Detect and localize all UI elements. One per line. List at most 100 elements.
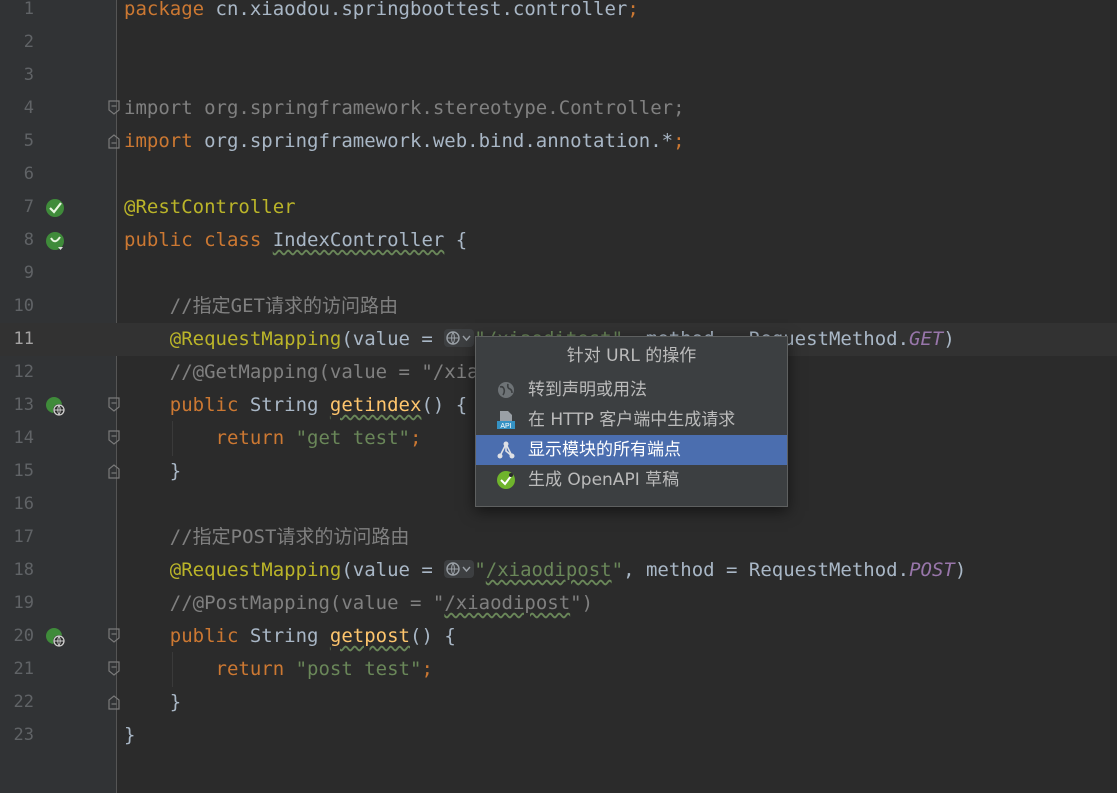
keyword: import (124, 97, 193, 119)
comment: //指定GET请求的访问路由 (169, 295, 398, 317)
string-literal: "post test" (295, 658, 422, 680)
enum-constant: POST (909, 559, 955, 581)
fold-start-icon[interactable] (108, 397, 120, 413)
code-text[interactable]: public String getindex() { (124, 389, 467, 422)
line-number: 2 (23, 32, 34, 52)
menu-item-show-all-endpoints[interactable]: 显示模块的所有端点 (476, 435, 787, 465)
endpoint-globe-icon[interactable] (45, 627, 65, 647)
endpoint-globe-icon[interactable] (45, 396, 65, 416)
unused-import: org.springframework.stereotype.Controlle… (192, 97, 685, 119)
menu-item-label: 显示模块的所有端点 (528, 440, 681, 460)
line-number: 6 (23, 164, 34, 184)
keyword: package (124, 0, 205, 20)
line-number: 23 (13, 725, 34, 745)
menu-item-label: 生成 OpenAPI 草稿 (528, 470, 680, 490)
import-path: org.springframework.web.bind.annotation.… (192, 130, 674, 152)
code-text[interactable]: public class IndexController { (124, 224, 467, 257)
line-number: 5 (23, 131, 34, 151)
line-number: 3 (23, 65, 34, 85)
code-line-17: 17 //指定POST请求的访问路由 (0, 521, 1117, 554)
code-text[interactable]: return "get test"; (124, 422, 422, 455)
code-text[interactable]: //指定POST请求的访问路由 (124, 521, 410, 554)
keyword: public class (124, 229, 262, 251)
code-token: () { (410, 625, 456, 647)
url-globe-icon[interactable] (444, 328, 475, 348)
line-number: 16 (13, 494, 34, 514)
code-line-9: 9 (0, 257, 1117, 290)
code-text[interactable]: @RequestMapping(value = "/xiaodipost", m… (124, 554, 967, 587)
line-number: 18 (13, 560, 34, 580)
url-globe-icon[interactable] (444, 559, 475, 579)
code-token: (value = (341, 559, 445, 581)
code-token: , method = (623, 559, 749, 581)
code-text[interactable]: } (124, 719, 135, 752)
line-number: 21 (13, 659, 34, 679)
fold-start-icon[interactable] (108, 628, 120, 644)
brace: } (169, 691, 182, 713)
class-name: IndexController (272, 229, 445, 251)
line-number: 19 (13, 593, 34, 613)
fold-start-icon[interactable] (108, 100, 120, 116)
comment: //指定POST请求的访问路由 (169, 526, 410, 548)
line-number: 8 (23, 230, 34, 250)
code-line-4: 4 import org.springframework.stereotype.… (0, 92, 1117, 125)
code-line-5: 5 import org.springframework.web.bind.an… (0, 125, 1117, 158)
code-text[interactable]: //@PostMapping(value = "/xiaodipost") (124, 587, 593, 620)
brace: } (169, 460, 182, 482)
code-line-7: 7 @RestController (0, 191, 1117, 224)
string-quote: " (474, 559, 486, 581)
fold-start-icon[interactable] (108, 661, 120, 677)
menu-item-go-to-declaration[interactable]: 转到声明或用法 (476, 375, 787, 405)
globe-icon (498, 382, 514, 398)
code-text[interactable]: } (124, 455, 181, 488)
line-number: 4 (23, 98, 34, 118)
code-text[interactable]: import org.springframework.stereotype.Co… (124, 92, 685, 125)
menu-item-generate-http-request[interactable]: API 在 HTTP 客户端中生成请求 (476, 405, 787, 435)
code-text[interactable]: public String getpost() { (124, 620, 456, 653)
annotation: @RestController (124, 196, 296, 218)
semicolon: ; (410, 427, 422, 449)
code-line-6: 6 (0, 158, 1117, 191)
line-number: 10 (13, 296, 34, 316)
line-number: 22 (13, 692, 34, 712)
code-text[interactable]: package cn.xiaodou.springboottest.contro… (124, 0, 639, 26)
line-number: 9 (23, 263, 34, 283)
comment: //@PostMapping(value = " (169, 592, 445, 614)
code-token: (value = (341, 328, 445, 350)
enum-constant: GET (909, 328, 944, 350)
brace: } (124, 724, 136, 746)
comment: ") (570, 592, 594, 614)
method-name: getindex (329, 394, 422, 416)
code-text[interactable]: @RestController (124, 191, 296, 224)
spring-bean-icon[interactable] (45, 231, 65, 251)
type: String (238, 625, 330, 647)
code-text[interactable]: return "post test"; (124, 653, 433, 686)
code-text[interactable]: //指定GET请求的访问路由 (124, 290, 398, 323)
keyword: public (169, 394, 239, 416)
line-number: 12 (13, 362, 34, 382)
url-actions-popup: 针对 URL 的操作 转到声明或用法 API 在 HTTP 客户端中生成请求 显… (475, 336, 788, 507)
type: String (238, 394, 330, 416)
semicolon: ; (421, 658, 433, 680)
line-number: 14 (13, 428, 34, 448)
comment: /xiaodipost (444, 592, 571, 614)
menu-item-label: 在 HTTP 客户端中生成请求 (528, 410, 736, 430)
code-text[interactable]: import org.springframework.web.bind.anno… (124, 125, 685, 158)
fold-start-icon[interactable] (108, 430, 120, 446)
fold-end-icon[interactable] (108, 463, 120, 479)
annotation: @RequestMapping (169, 559, 342, 581)
fold-end-icon[interactable] (108, 694, 120, 710)
method-name: getpost (329, 625, 410, 647)
keyword: import (124, 130, 193, 152)
svg-text:API: API (500, 423, 511, 430)
code-token: ) (943, 328, 955, 350)
api-file-icon: API (497, 411, 515, 430)
keyword: public (169, 625, 239, 647)
fold-end-icon[interactable] (108, 133, 120, 149)
line-number: 17 (13, 527, 34, 547)
url-string[interactable]: /xiaodipost (486, 559, 612, 581)
code-text[interactable]: } (124, 686, 181, 719)
spring-bean-icon[interactable] (45, 198, 65, 218)
code-line-21: 21 return "post test"; (0, 653, 1117, 686)
menu-item-generate-openapi-draft[interactable]: 生成 OpenAPI 草稿 (476, 465, 787, 495)
